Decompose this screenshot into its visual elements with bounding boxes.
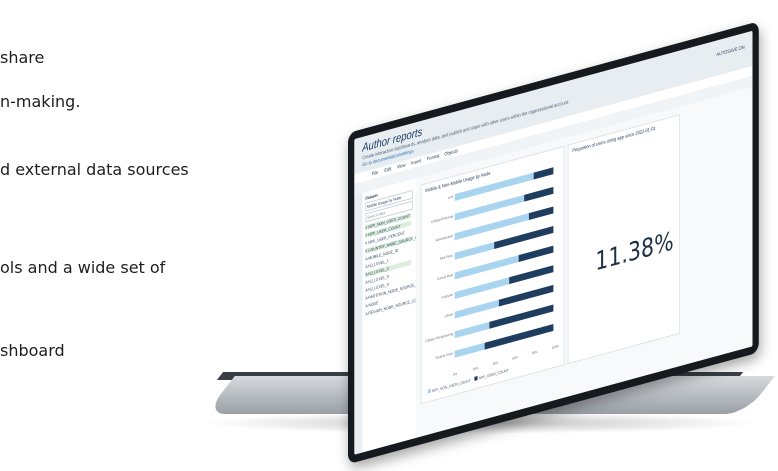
bar-user[interactable] <box>494 226 554 250</box>
category-label: Student Union <box>435 351 454 361</box>
legend-item-non-user: NPP_NON_USER_COUNT <box>431 377 471 394</box>
kpi-card[interactable]: Proportion of users using app since 2022… <box>567 114 680 365</box>
x-tick-label: 40% <box>492 360 499 367</box>
bar-non-user[interactable] <box>454 255 519 280</box>
category-label: Collegeof Nursing <box>431 214 454 225</box>
menu-edit[interactable]: Edit <box>384 166 391 174</box>
bar-non-user[interactable] <box>454 342 485 358</box>
autosave-status[interactable]: AUTOSAVE ON <box>716 45 744 59</box>
field-item[interactable]: A PARTITION_NODE_SOURCE_C <box>365 281 418 300</box>
bar-non-user[interactable] <box>454 321 490 339</box>
category-label: Park Place <box>439 253 454 261</box>
category-label: Lodi <box>447 194 454 200</box>
field-item[interactable]: A REGION_NODE_SOURCE_CODE <box>365 296 421 316</box>
bar-user[interactable] <box>528 206 554 221</box>
laptop-mockup: Author reports Create interactive dashbo… <box>0 0 778 471</box>
x-tick-label: 100% <box>551 344 559 350</box>
x-tick-label: 60% <box>512 355 518 361</box>
bar-user[interactable] <box>499 284 554 307</box>
legend-item-user: NPP_USER_COUNT <box>478 367 509 381</box>
bar-non-user[interactable] <box>454 242 495 260</box>
dataset-panel: Dataset Mobile Usage by Node Search data… <box>362 177 425 453</box>
bar-user[interactable] <box>508 265 554 285</box>
bar-non-user[interactable] <box>454 299 500 319</box>
kpi-value: 11.38% <box>595 226 674 278</box>
bar-user[interactable] <box>489 304 554 329</box>
category-label: Library <box>444 312 454 319</box>
category-label: Graduate <box>441 292 454 300</box>
chart-card[interactable]: Mobile & Non-Mobile Usage by Node Lodi Co… <box>420 145 565 405</box>
chart-legend: NPP_NON_USER_COUNT NPP_USER_COUNT <box>427 367 509 395</box>
x-tick-label: 0% <box>453 371 458 377</box>
bar-user[interactable] <box>518 245 554 262</box>
x-tick-label: 80% <box>532 349 538 356</box>
menu-file[interactable]: File <box>372 170 378 178</box>
category-label: College of Engineering <box>425 331 454 344</box>
category-label: Central Plant <box>437 272 454 282</box>
bar-non-user[interactable] <box>454 277 509 299</box>
category-label: Administration <box>435 233 454 243</box>
bar-user[interactable] <box>533 167 554 180</box>
bar-user[interactable] <box>523 186 554 202</box>
bar-user[interactable] <box>484 324 554 350</box>
x-tick-label: 20% <box>472 366 479 372</box>
